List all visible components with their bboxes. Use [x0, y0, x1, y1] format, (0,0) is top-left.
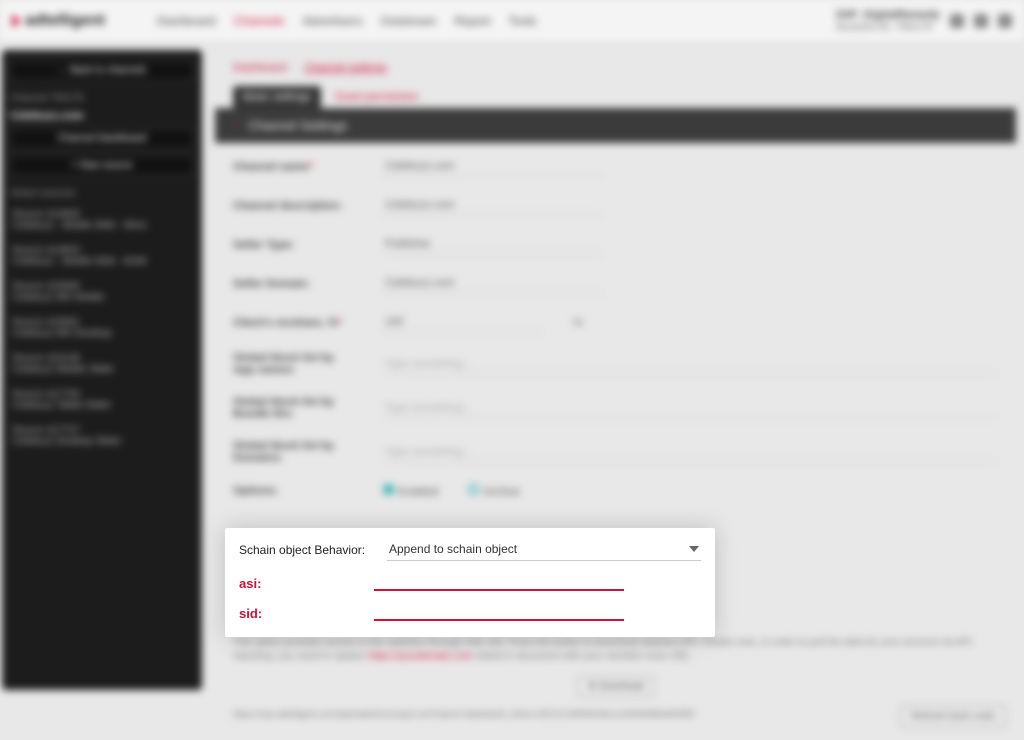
back-button[interactable]: ← Back to channels	[10, 60, 194, 81]
nav-report[interactable]: Report	[454, 14, 490, 28]
opt-archive[interactable]: Archive	[468, 484, 520, 498]
topbar-right: SSP_DigitalRemedy Account ID: 750179	[835, 9, 1012, 33]
seller-domain-value[interactable]: Celebuzz.com	[383, 274, 603, 293]
list-item[interactable]: Source 417727Celebuzz Desktop Slider	[10, 421, 194, 451]
brand-logo: adtelligent	[12, 12, 105, 30]
schain-behavior-value: Append to schain object	[389, 542, 517, 556]
sidebar: ← Back to channels Channel 750179 Celebu…	[2, 50, 202, 690]
sidebar-channel-id: Channel 750179	[10, 93, 194, 104]
sid-label: sid:	[239, 606, 274, 621]
chevron-down-icon	[689, 546, 699, 552]
block-domain-input[interactable]: Type something…	[383, 443, 998, 462]
top-bar: adtelligent Dashboard Channels Advertise…	[0, 0, 1024, 42]
logo-play-icon	[12, 15, 21, 27]
schain-focus-card: Schain object Behavior: Append to schain…	[225, 528, 715, 637]
api-url: https://ssp.adtelligent.com/api/statisti…	[215, 701, 1016, 727]
block-bundle-input[interactable]: Type something…	[383, 399, 998, 418]
asi-input[interactable]	[374, 569, 624, 591]
tab-grant-permission[interactable]: Grant permission	[335, 86, 419, 108]
nav-channels[interactable]: Channels	[234, 14, 285, 28]
list-item[interactable]: Source 415560Celebuzz MH Mobile	[10, 277, 194, 307]
list-item[interactable]: Source 414824Celebuzz - Mobile Web - AOM	[10, 241, 194, 271]
asi-label: asi:	[239, 576, 274, 591]
nav-tools[interactable]: Tools	[509, 14, 537, 28]
refresh-bash-code-button[interactable]: Refresh bash code	[900, 705, 1006, 728]
schain-behavior-label: Schain object Behavior:	[239, 543, 369, 557]
channel-desc-value[interactable]: Celebuzz.com	[383, 196, 603, 215]
top-nav: Dashboard Channels Advertisers Outstream…	[157, 14, 537, 28]
breadcrumb: Dashboard · Channel settings	[215, 50, 1016, 86]
sidebar-channel-name: Celebuzz.com	[10, 110, 194, 122]
sid-input[interactable]	[374, 599, 624, 621]
download-button[interactable]: ⬇ Download	[577, 676, 655, 697]
logout-icon[interactable]	[998, 14, 1012, 28]
tab-basic-settings[interactable]: Basic settings	[233, 86, 321, 108]
list-item[interactable]: Source 415561Celebuzz MH Desktop	[10, 313, 194, 343]
nav-advertisers[interactable]: Advertisers	[302, 14, 362, 28]
opt-enabled[interactable]: Enabled	[383, 484, 438, 498]
user-icon[interactable]	[950, 14, 964, 28]
list-item[interactable]: Source 417726Celebuzz Tablet Slider	[10, 385, 194, 415]
client-revshare-value[interactable]: 100	[383, 313, 543, 332]
crumb-channel-settings[interactable]: Channel settings	[305, 62, 387, 74]
api-access-text: This option provides access to the stati…	[215, 636, 1016, 672]
nav-dashboard[interactable]: Dashboard	[157, 14, 216, 28]
select-sources-label: Select sources	[10, 188, 194, 199]
crumb-dashboard[interactable]: Dashboard	[233, 62, 287, 74]
channel-dashboard-button[interactable]: Channel Dashboard	[10, 128, 194, 149]
seller-type-value[interactable]: Publisher	[383, 235, 603, 254]
account-name: SSP_DigitalRemedy	[835, 9, 940, 21]
block-app-input[interactable]: Type something…	[383, 355, 998, 374]
gear-icon[interactable]	[974, 14, 988, 28]
schain-behavior-select[interactable]: Append to schain object	[387, 538, 701, 561]
new-source-button[interactable]: + New source	[10, 155, 194, 176]
list-item[interactable]: Source 414820Celebuzz - Mobile Web - Mor…	[10, 205, 194, 235]
panel-header: – Channel Settings	[215, 108, 1016, 143]
panel-title: Channel Settings	[248, 118, 347, 133]
list-item[interactable]: Source 416149Celebuzz Mobile Slider	[10, 349, 194, 379]
account-sub: Account ID: 750179	[835, 21, 940, 33]
brand-name: adtelligent	[25, 12, 105, 30]
channel-name-value[interactable]: Celebuzz.com	[383, 157, 603, 176]
nav-outstream[interactable]: Outstream	[380, 14, 436, 28]
